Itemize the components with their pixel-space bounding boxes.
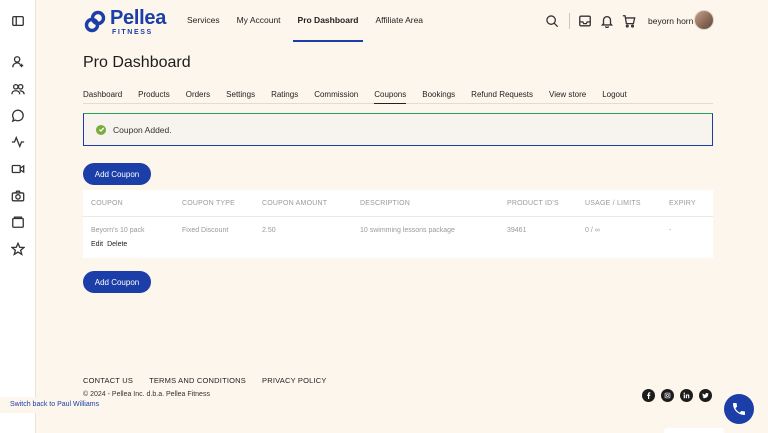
top-bar: Pellea FITNESS Services My Account Pro D…	[36, 0, 768, 42]
divider	[569, 13, 570, 29]
top-nav: Services My Account Pro Dashboard Affili…	[187, 0, 440, 42]
tab-refund-requests[interactable]: Refund Requests	[471, 87, 533, 104]
instagram-icon[interactable]	[661, 389, 674, 402]
social-links	[642, 389, 718, 402]
logo-mark-icon	[84, 10, 106, 33]
facebook-icon[interactable]	[642, 389, 655, 402]
search-icon[interactable]	[545, 14, 559, 28]
brand-logo[interactable]: Pellea FITNESS	[84, 8, 166, 36]
dashboard-tabs: Dashboard Products Orders Settings Ratin…	[83, 87, 713, 104]
tab-coupons[interactable]: Coupons	[374, 87, 407, 104]
column-header-product-ids: PRODUCT ID'S	[507, 200, 559, 207]
left-sidebar	[0, 0, 36, 433]
tab-products[interactable]: Products	[138, 87, 170, 104]
linkedin-icon[interactable]	[680, 389, 693, 402]
twitter-icon[interactable]	[699, 389, 712, 402]
tab-logout[interactable]: Logout	[602, 87, 626, 104]
column-header-coupon: COUPON	[91, 200, 123, 207]
delete-link[interactable]: Delete	[107, 241, 127, 248]
column-header-coupon-amount: COUPON AMOUNT	[262, 200, 328, 207]
tab-view-store[interactable]: View store	[549, 87, 586, 104]
tab-commission[interactable]: Commission	[314, 87, 358, 104]
tab-ratings[interactable]: Ratings	[271, 87, 298, 104]
brand-sub: FITNESS	[112, 29, 153, 36]
nav-services[interactable]: Services	[187, 0, 220, 42]
camera-icon[interactable]	[11, 189, 25, 203]
tab-settings[interactable]: Settings	[226, 87, 255, 104]
nav-pro-dashboard[interactable]: Pro Dashboard	[292, 0, 364, 42]
bell-icon[interactable]	[600, 14, 614, 29]
tab-dashboard[interactable]: Dashboard	[83, 87, 122, 104]
inbox-icon[interactable]	[578, 14, 592, 28]
column-header-expiry: EXPIRY	[669, 200, 696, 207]
check-circle-icon	[96, 124, 106, 135]
notice-text: Coupon Added.	[113, 124, 172, 135]
column-header-usage-limits: USAGE / LIMITS	[585, 200, 641, 207]
user-name[interactable]: beyorn horn	[648, 16, 693, 26]
footer-contact-us[interactable]: CONTACT US	[83, 376, 133, 385]
cell-description: 10 swimming lessons package	[360, 227, 455, 234]
footer-privacy[interactable]: PRIVACY POLICY	[262, 376, 327, 385]
folder-icon[interactable]	[11, 215, 25, 229]
call-button[interactable]	[724, 394, 754, 424]
tab-bookings[interactable]: Bookings	[422, 87, 455, 104]
cart-icon[interactable]	[622, 14, 636, 28]
footer-terms[interactable]: TERMS AND CONDITIONS	[149, 376, 246, 385]
phone-icon	[733, 403, 745, 415]
star-icon[interactable]	[11, 242, 25, 256]
cell-expiry: -	[669, 227, 672, 234]
nav-my-account[interactable]: My Account	[237, 0, 281, 42]
cell-coupon-type: Fixed Discount	[182, 227, 229, 234]
cell-coupon: Beyorn's 10 pack	[91, 227, 145, 234]
chat-widget-tab[interactable]	[664, 428, 724, 433]
switch-back-link[interactable]: Switch back to Paul Williams	[0, 397, 104, 413]
nav-affiliate-area[interactable]: Affiliate Area	[375, 0, 423, 42]
avatar[interactable]	[694, 10, 714, 30]
tab-orders[interactable]: Orders	[186, 87, 210, 104]
cell-product-ids: 39461	[507, 227, 527, 234]
column-header-description: DESCRIPTION	[360, 200, 411, 207]
video-icon[interactable]	[11, 162, 25, 176]
footer-links: CONTACT US TERMS AND CONDITIONS PRIVACY …	[83, 376, 343, 385]
add-coupon-button-bottom[interactable]: Add Coupon	[83, 271, 151, 293]
top-icons	[545, 13, 644, 29]
user-icon[interactable]	[11, 55, 25, 69]
column-header-coupon-type: COUPON TYPE	[182, 200, 236, 207]
table-header: COUPON COUPON TYPE COUPON AMOUNT DESCRIP…	[83, 190, 713, 217]
success-notice: Coupon Added.	[83, 113, 713, 146]
cell-usage-limits: 0 / ∞	[585, 227, 600, 234]
brand-name: Pellea	[110, 7, 167, 29]
row-actions: Edit Delete	[91, 241, 131, 248]
page-title: Pro Dashboard	[83, 54, 191, 71]
add-coupon-button[interactable]: Add Coupon	[83, 163, 151, 185]
chat-icon[interactable]	[11, 108, 25, 122]
cell-coupon-amount: 2.50	[262, 227, 276, 234]
activity-icon[interactable]	[11, 135, 25, 149]
users-icon[interactable]	[11, 82, 25, 96]
panel-toggle-icon[interactable]	[11, 14, 25, 28]
edit-link[interactable]: Edit	[91, 241, 103, 248]
coupons-table: COUPON COUPON TYPE COUPON AMOUNT DESCRIP…	[83, 190, 713, 258]
